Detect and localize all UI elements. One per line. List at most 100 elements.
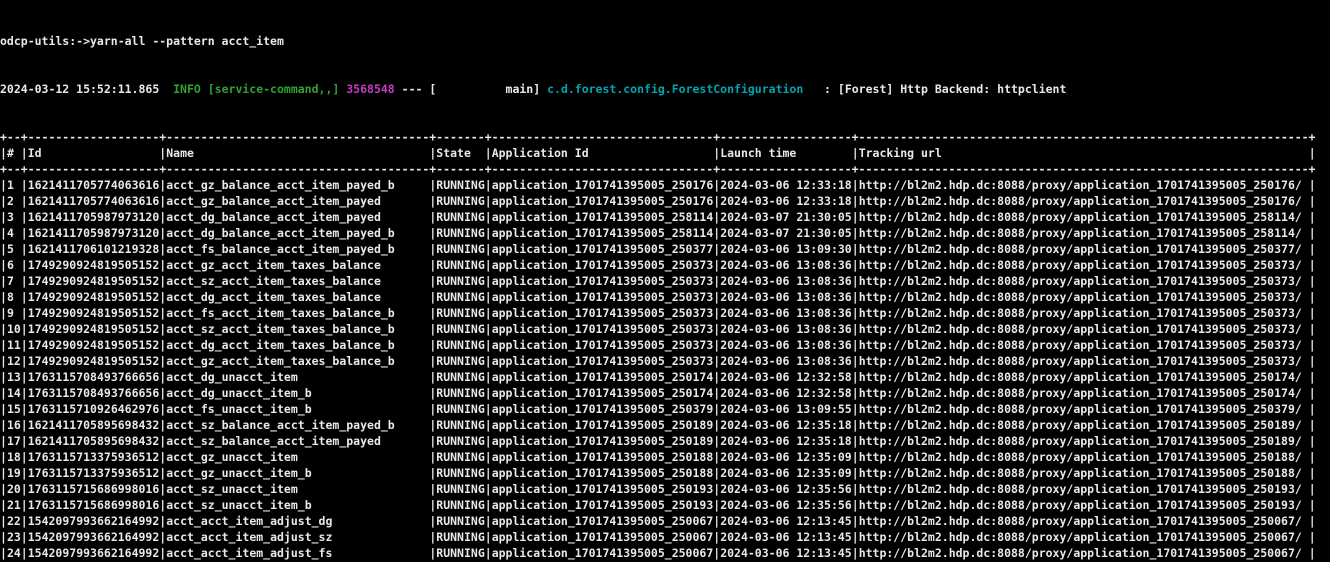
- cell-launch-time: 2024-03-06 12:35:56: [720, 482, 852, 496]
- cell-tracking-url[interactable]: http://bl2m2.hdp.dc:8088/proxy/applicati…: [859, 178, 1309, 192]
- cell-application-id: application_1701741395005_250373: [492, 338, 714, 352]
- table-row: |9 |1749290924819505152|acct_fs_acct_ite…: [0, 305, 1330, 321]
- cell-application-id: application_1701741395005_250373: [492, 354, 714, 368]
- cell-name: acct_dg_acct_item_taxes_balance: [166, 290, 429, 304]
- cell-state: RUNNING: [436, 290, 484, 304]
- cell-id: 1763115715686998016: [28, 498, 160, 512]
- cell-id: 1763115713375936512: [28, 450, 160, 464]
- cell-application-id: application_1701741395005_258114: [492, 226, 714, 240]
- cell-launch-time: 2024-03-06 13:08:36: [720, 306, 852, 320]
- cell-launch-time: 2024-03-06 13:08:36: [720, 354, 852, 368]
- table-row: |23|1542097993662164992|acct_acct_item_a…: [0, 529, 1330, 545]
- cell-name: acct_gz_unacct_item: [166, 450, 429, 464]
- cell-tracking-url[interactable]: http://bl2m2.hdp.dc:8088/proxy/applicati…: [859, 466, 1309, 480]
- cell-id: 1621411705895698432: [28, 418, 160, 432]
- column-header-state: State: [436, 146, 484, 160]
- cell-launch-time: 2024-03-06 12:32:58: [720, 370, 852, 384]
- table-row: |7 |1749290924819505152|acct_sz_acct_ite…: [0, 273, 1330, 289]
- cell-state: RUNNING: [436, 514, 484, 528]
- cell-name: acct_dg_balance_acct_item_payed: [166, 210, 429, 224]
- column-header-num: #: [7, 146, 21, 160]
- cell-name: acct_fs_balance_acct_item_payed_b: [166, 242, 429, 256]
- cell-name: acct_acct_item_adjust_sz: [166, 530, 429, 544]
- table-row: |5 |1621411706101219328|acct_fs_balance_…: [0, 241, 1330, 257]
- cell-state: RUNNING: [436, 434, 484, 448]
- cell-tracking-url[interactable]: http://bl2m2.hdp.dc:8088/proxy/applicati…: [859, 386, 1309, 400]
- cell-tracking-url[interactable]: http://bl2m2.hdp.dc:8088/proxy/applicati…: [859, 498, 1309, 512]
- cell-application-id: application_1701741395005_250189: [492, 434, 714, 448]
- cell-tracking-url[interactable]: http://bl2m2.hdp.dc:8088/proxy/applicati…: [859, 530, 1309, 544]
- cell-state: RUNNING: [436, 194, 484, 208]
- cell-name: acct_gz_balance_acct_item_payed: [166, 194, 429, 208]
- cell-launch-time: 2024-03-06 13:09:55: [720, 402, 852, 416]
- cell-num: 9: [7, 306, 21, 320]
- cell-state: RUNNING: [436, 370, 484, 384]
- table-border: +--+-------------------+----------------…: [0, 161, 1330, 177]
- cell-id: 1749290924819505152: [28, 354, 160, 368]
- cell-launch-time: 2024-03-06 12:33:18: [720, 194, 852, 208]
- cell-num: 1: [7, 178, 21, 192]
- cell-tracking-url[interactable]: http://bl2m2.hdp.dc:8088/proxy/applicati…: [859, 370, 1309, 384]
- cell-tracking-url[interactable]: http://bl2m2.hdp.dc:8088/proxy/applicati…: [859, 306, 1309, 320]
- cell-state: RUNNING: [436, 498, 484, 512]
- cell-application-id: application_1701741395005_250067: [492, 514, 714, 528]
- cell-name: acct_dg_unacct_item_b: [166, 386, 429, 400]
- cell-num: 21: [7, 498, 21, 512]
- cell-launch-time: 2024-03-06 12:32:58: [720, 386, 852, 400]
- cell-id: 1621411705774063616: [28, 178, 160, 192]
- cell-id: 1621411705987973120: [28, 210, 160, 224]
- cell-tracking-url[interactable]: http://bl2m2.hdp.dc:8088/proxy/applicati…: [859, 514, 1309, 528]
- cell-name: acct_dg_balance_acct_item_payed_b: [166, 226, 429, 240]
- cell-name: acct_sz_acct_item_taxes_balance: [166, 274, 429, 288]
- cell-id: 1763115713375936512: [28, 466, 160, 480]
- cell-tracking-url[interactable]: http://bl2m2.hdp.dc:8088/proxy/applicati…: [859, 418, 1309, 432]
- cell-tracking-url[interactable]: http://bl2m2.hdp.dc:8088/proxy/applicati…: [859, 322, 1309, 336]
- cell-launch-time: 2024-03-06 13:09:30: [720, 242, 852, 256]
- cell-tracking-url[interactable]: http://bl2m2.hdp.dc:8088/proxy/applicati…: [859, 274, 1309, 288]
- cell-tracking-url[interactable]: http://bl2m2.hdp.dc:8088/proxy/applicati…: [859, 434, 1309, 448]
- cell-num: 19: [7, 466, 21, 480]
- terminal-window[interactable]: odcp-utils:->yarn-all --pattern acct_ite…: [0, 0, 1330, 562]
- cell-tracking-url[interactable]: http://bl2m2.hdp.dc:8088/proxy/applicati…: [859, 482, 1309, 496]
- cell-num: 17: [7, 434, 21, 448]
- cell-id: 1749290924819505152: [28, 322, 160, 336]
- cell-id: 1621411706101219328: [28, 242, 160, 256]
- cell-tracking-url[interactable]: http://bl2m2.hdp.dc:8088/proxy/applicati…: [859, 546, 1309, 560]
- cell-application-id: application_1701741395005_258114: [492, 210, 714, 224]
- cell-id: 1621411705774063616: [28, 194, 160, 208]
- cell-id: 1763115715686998016: [28, 482, 160, 496]
- table-row: |4 |1621411705987973120|acct_dg_balance_…: [0, 225, 1330, 241]
- cell-tracking-url[interactable]: http://bl2m2.hdp.dc:8088/proxy/applicati…: [859, 226, 1309, 240]
- cell-id: 1763115708493766656: [28, 386, 160, 400]
- cell-tracking-url[interactable]: http://bl2m2.hdp.dc:8088/proxy/applicati…: [859, 258, 1309, 272]
- cell-state: RUNNING: [436, 242, 484, 256]
- table-row: |20|1763115715686998016|acct_sz_unacct_i…: [0, 481, 1330, 497]
- cell-num: 10: [7, 322, 21, 336]
- log-message: [Forest] Http Backend: httpclient: [838, 82, 1066, 96]
- cell-tracking-url[interactable]: http://bl2m2.hdp.dc:8088/proxy/applicati…: [859, 450, 1309, 464]
- cell-tracking-url[interactable]: http://bl2m2.hdp.dc:8088/proxy/applicati…: [859, 194, 1309, 208]
- column-header-name: Name: [166, 146, 429, 160]
- cell-state: RUNNING: [436, 450, 484, 464]
- shell-prompt-command: odcp-utils:->yarn-all --pattern acct_ite…: [0, 34, 284, 48]
- column-header-id: Id: [28, 146, 160, 160]
- cell-tracking-url[interactable]: http://bl2m2.hdp.dc:8088/proxy/applicati…: [859, 242, 1309, 256]
- cell-state: RUNNING: [436, 178, 484, 192]
- cell-launch-time: 2024-03-06 13:08:36: [720, 338, 852, 352]
- cell-tracking-url[interactable]: http://bl2m2.hdp.dc:8088/proxy/applicati…: [859, 338, 1309, 352]
- cell-state: RUNNING: [436, 226, 484, 240]
- cell-id: 1749290924819505152: [28, 290, 160, 304]
- table-row: |21|1763115715686998016|acct_sz_unacct_i…: [0, 497, 1330, 513]
- cell-num: 16: [7, 418, 21, 432]
- cell-tracking-url[interactable]: http://bl2m2.hdp.dc:8088/proxy/applicati…: [859, 210, 1309, 224]
- cell-tracking-url[interactable]: http://bl2m2.hdp.dc:8088/proxy/applicati…: [859, 290, 1309, 304]
- cell-application-id: application_1701741395005_250067: [492, 530, 714, 544]
- cell-num: 22: [7, 514, 21, 528]
- cell-state: RUNNING: [436, 322, 484, 336]
- cell-tracking-url[interactable]: http://bl2m2.hdp.dc:8088/proxy/applicati…: [859, 354, 1309, 368]
- table-row: |10|1749290924819505152|acct_sz_acct_ite…: [0, 321, 1330, 337]
- cell-tracking-url[interactable]: http://bl2m2.hdp.dc:8088/proxy/applicati…: [859, 402, 1309, 416]
- cell-num: 12: [7, 354, 21, 368]
- yarn-applications-table: +--+-------------------+----------------…: [0, 129, 1330, 562]
- cell-application-id: application_1701741395005_250176: [492, 178, 714, 192]
